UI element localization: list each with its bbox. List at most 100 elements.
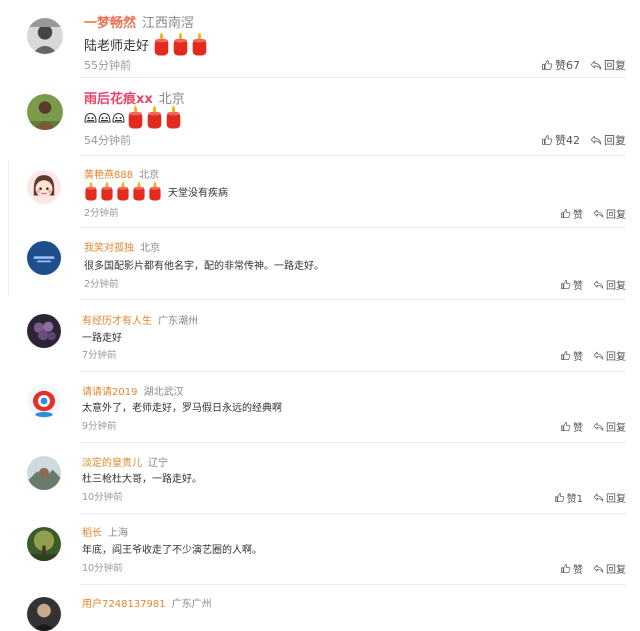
comment-actions: 赞回复 bbox=[560, 348, 626, 363]
reply-icon bbox=[593, 493, 604, 502]
like-button[interactable]: 赞 bbox=[560, 419, 583, 434]
username-link[interactable]: 请请请2019 bbox=[82, 387, 137, 398]
thumb-up-icon bbox=[560, 350, 571, 361]
candle-emoji bbox=[132, 181, 146, 201]
candle-emoji bbox=[148, 181, 162, 201]
thumb-up-icon bbox=[560, 421, 571, 432]
reply-button[interactable]: 回复 bbox=[590, 57, 626, 73]
comment-actions: 赞回复 bbox=[560, 561, 626, 576]
crying-face-emoji bbox=[112, 112, 125, 123]
reply-button[interactable]: 回复 bbox=[593, 277, 626, 292]
candle-emoji bbox=[127, 105, 144, 129]
like-button[interactable]: 赞 bbox=[560, 277, 583, 292]
reply-button[interactable]: 回复 bbox=[593, 419, 626, 434]
comment-actions: 赞1 回复 bbox=[554, 490, 626, 505]
username-link[interactable]: 一梦畅然 bbox=[84, 16, 136, 31]
comment-actions: 赞回复 bbox=[560, 277, 626, 292]
comment-text: 陆老师走好 bbox=[84, 38, 150, 54]
candle-emoji bbox=[153, 32, 170, 56]
user-line: 一梦畅然 江西南滘 bbox=[84, 12, 194, 31]
thumb-up-icon bbox=[542, 60, 553, 70]
candle-emoji bbox=[100, 181, 114, 201]
user-location: 辽宁 bbox=[148, 458, 168, 469]
reply-button[interactable]: 回复 bbox=[593, 490, 626, 505]
reply-icon bbox=[590, 60, 602, 70]
reply-button[interactable]: 回复 bbox=[593, 348, 626, 363]
emoji-faces bbox=[84, 112, 125, 123]
user-avatar[interactable] bbox=[27, 456, 61, 490]
user-avatar[interactable] bbox=[27, 384, 61, 418]
thumb-up-icon bbox=[554, 492, 564, 503]
comment-content: 很多国配影片都有他名字，配的非常传神。一路走好。 bbox=[84, 257, 324, 272]
comment-text: 杜三枪杜大哥，一路走好。 bbox=[82, 474, 202, 485]
user-line: 淡定的皇贵儿 辽宁 bbox=[82, 454, 168, 469]
candle-emoji bbox=[191, 32, 208, 56]
comment-content: 天堂没有疾病 bbox=[84, 181, 228, 201]
user-avatar[interactable] bbox=[27, 170, 61, 204]
thumb-up-icon bbox=[560, 279, 571, 290]
user-avatar[interactable] bbox=[27, 527, 61, 561]
comment-content: 杜三枪杜大哥，一路走好。 bbox=[82, 470, 202, 485]
comment-time: 9分钟前 bbox=[82, 421, 117, 432]
user-avatar[interactable] bbox=[27, 18, 63, 54]
candle-emoji bbox=[84, 181, 98, 201]
user-avatar[interactable] bbox=[27, 241, 61, 275]
reply-icon bbox=[590, 135, 602, 145]
reply-button[interactable]: 回复 bbox=[590, 132, 626, 148]
comment-item: 用户7248137981 广东广州 bbox=[0, 585, 640, 631]
user-location: 上海 bbox=[108, 528, 128, 539]
comment-item: 有经历才有人生 广东潮州 一路走好 7分钟前 赞回复 bbox=[0, 300, 640, 372]
reply-icon bbox=[593, 564, 604, 573]
username-link[interactable]: 我笑对孤独 bbox=[84, 243, 134, 254]
user-line: 有经历才有人生 广东潮州 bbox=[82, 312, 198, 327]
like-button[interactable]: 赞 bbox=[560, 206, 583, 221]
comment-text: 年底，阎王爷收走了不少演艺圈的人啊。 bbox=[82, 545, 262, 556]
comment-time: 55分钟前 bbox=[84, 59, 131, 72]
user-line: 请请请2019 湖北武汉 bbox=[82, 383, 183, 398]
comment-content: 一路走好 bbox=[82, 329, 122, 344]
reply-button[interactable]: 回复 bbox=[593, 206, 626, 221]
like-button[interactable]: 赞1 bbox=[554, 490, 583, 505]
comment-item: 雨后花痕xx 北京 54分钟前 赞42 回复 bbox=[0, 78, 640, 156]
like-button[interactable]: 赞 bbox=[560, 348, 583, 363]
comment-item: 稻长 上海 年底，阎王爷收走了不少演艺圈的人啊。 10分钟前 赞回复 bbox=[0, 514, 640, 585]
comment-content: 陆老师走好 bbox=[84, 32, 210, 56]
user-avatar[interactable] bbox=[27, 94, 63, 130]
user-line: 稻长 上海 bbox=[82, 524, 128, 539]
reply-button[interactable]: 回复 bbox=[593, 561, 626, 576]
username-link[interactable]: 有经历才有人生 bbox=[82, 316, 152, 327]
candle-emojis bbox=[84, 181, 164, 201]
user-line: 黄艳燕888 北京 bbox=[84, 166, 159, 181]
comment-item: 我笑对孤独 北京 很多国配影片都有他名字，配的非常传神。一路走好。 2分钟前 赞回复 bbox=[0, 228, 640, 300]
candle-emoji bbox=[116, 181, 130, 201]
user-avatar[interactable] bbox=[27, 314, 61, 348]
comment-time: 7分钟前 bbox=[82, 350, 117, 361]
comment-content: 年底，阎王爷收走了不少演艺圈的人啊。 bbox=[82, 541, 262, 556]
reply-icon bbox=[593, 209, 604, 218]
reply-icon bbox=[593, 280, 604, 289]
username-link[interactable]: 黄艳燕888 bbox=[84, 170, 133, 181]
username-link[interactable]: 淡定的皇贵儿 bbox=[82, 458, 142, 469]
thumb-up-icon bbox=[542, 135, 553, 145]
reply-icon bbox=[593, 351, 604, 360]
reply-icon bbox=[593, 422, 604, 431]
user-location: 湖北武汉 bbox=[143, 387, 184, 398]
comment-text: 天堂没有疾病 bbox=[168, 187, 228, 199]
user-location: 北京 bbox=[140, 243, 160, 254]
comment-actions: 赞回复 bbox=[560, 419, 626, 434]
candle-emoji bbox=[172, 32, 189, 56]
comment-time: 2分钟前 bbox=[84, 208, 119, 219]
username-link[interactable]: 稻长 bbox=[82, 528, 102, 539]
like-button[interactable]: 赞42 bbox=[541, 132, 580, 148]
comment-time: 54分钟前 bbox=[84, 134, 131, 147]
user-avatar[interactable] bbox=[27, 597, 61, 631]
user-line: 用户7248137981 广东广州 bbox=[82, 595, 212, 610]
comment-content bbox=[84, 105, 184, 129]
username-link[interactable]: 用户7248137981 bbox=[82, 599, 166, 610]
like-button[interactable]: 赞 bbox=[560, 561, 583, 576]
comment-item: 请请请2019 湖北武汉 太意外了，老师走好，罗马假日永远的经典啊 9分钟前 赞回复 bbox=[0, 372, 640, 443]
user-location: 广东广州 bbox=[171, 599, 212, 610]
like-button[interactable]: 赞67 bbox=[541, 57, 580, 73]
crying-face-emoji bbox=[98, 112, 111, 123]
user-line: 我笑对孤独 北京 bbox=[84, 239, 160, 254]
